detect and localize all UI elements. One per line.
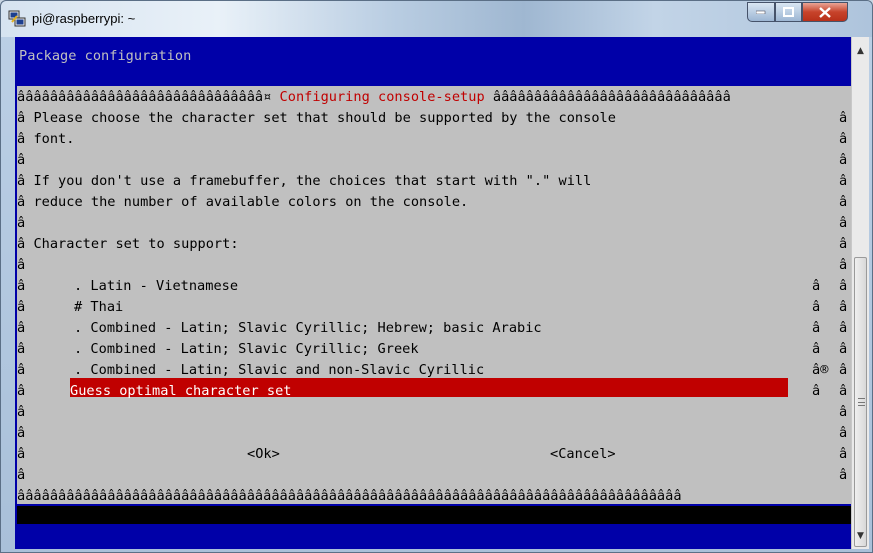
maximize-button[interactable]: [775, 2, 802, 22]
title-bar[interactable]: pi@raspberrypi: ~: [1, 1, 872, 37]
option-row: â: [17, 381, 25, 402]
left-border-char: â: [17, 110, 26, 126]
left-border-char: â: [17, 257, 26, 273]
console-setup-dialog: ââââââââââââââââââââââââââââââ¤ Configur…: [17, 86, 851, 504]
right-border-column: ââââââââââââââââââ: [839, 108, 847, 486]
scrollbar-grip-icon: [858, 398, 865, 406]
description-line: â: [17, 150, 25, 171]
button-row: â: [17, 444, 25, 465]
option-thai[interactable]: # Thai: [74, 297, 123, 318]
list-scroll-marker: â: [812, 320, 821, 336]
left-border-char: â: [17, 194, 26, 210]
description-line: â Please choose the character set that s…: [17, 108, 616, 129]
right-border-char: â: [839, 236, 848, 252]
right-border-char: â: [839, 152, 848, 168]
right-border-char: â: [839, 257, 848, 273]
option-row: â: [17, 360, 25, 381]
option-latin-vietnamese[interactable]: . Latin - Vietnamese: [74, 276, 238, 297]
right-border-char: â: [839, 362, 848, 378]
blank-line: â: [17, 423, 25, 444]
description-line: â: [17, 255, 25, 276]
window-title: pi@raspberrypi: ~: [32, 11, 136, 26]
left-border-char: â: [17, 341, 26, 357]
description-line: â Character set to support:: [17, 234, 239, 255]
left-border-char: â: [17, 173, 26, 189]
list-scroll-marker: â: [812, 278, 821, 294]
cancel-button[interactable]: <Cancel>: [550, 444, 616, 465]
left-border-char: â: [17, 362, 26, 378]
list-scroll-marker: â: [812, 341, 821, 357]
description-line: â font.: [17, 129, 74, 150]
right-border-char: â: [839, 194, 848, 210]
status-line: [29, 506, 851, 524]
terminal-window: pi@raspberrypi: ~ Package configuration …: [0, 0, 873, 553]
left-border-char: â: [17, 236, 26, 252]
ok-button[interactable]: <Ok>: [247, 444, 280, 465]
left-border-char: â: [17, 467, 26, 483]
top-border-right: âââââââââââââââââââââââââââââ: [484, 89, 731, 105]
description-text: Please choose the character set that sho…: [33, 110, 616, 126]
left-border-char: â: [17, 152, 26, 168]
description-line: â: [17, 213, 25, 234]
description-text: reduce the number of available colors on…: [33, 194, 469, 210]
right-border-char: â: [839, 383, 848, 399]
maximize-icon: [783, 7, 794, 17]
left-border-char: â: [17, 425, 26, 441]
right-border-char: â: [839, 404, 848, 420]
description-line: â reduce the number of available colors …: [17, 192, 468, 213]
description-text: font.: [33, 131, 75, 147]
dialog-top-border: ââââââââââââââââââââââââââââââ¤ Configur…: [17, 87, 731, 108]
left-border-char: â: [17, 299, 26, 315]
right-border-char: â: [839, 299, 848, 315]
option-row: â: [17, 297, 25, 318]
left-border-char: â: [17, 404, 26, 420]
putty-app-icon: [8, 10, 26, 27]
list-scroll-marker: â: [812, 299, 821, 315]
scroll-down-arrow-icon[interactable]: ▼: [852, 527, 869, 544]
top-border-left: ââââââââââââââââââââââââââââââ¤: [17, 89, 280, 105]
right-border-char: â: [839, 446, 848, 462]
vertical-scrollbar[interactable]: ▲ ▼: [851, 37, 869, 549]
terminal-screen[interactable]: Package configuration ââââââââââââââââââ…: [15, 37, 851, 549]
left-border-char: â: [17, 215, 26, 231]
scroll-up-arrow-icon[interactable]: ▲: [852, 42, 869, 59]
right-border-char: â: [839, 278, 848, 294]
right-border-char: â: [839, 131, 848, 147]
dialog-title: Configuring console-setup: [279, 89, 485, 105]
blank-line: â: [17, 402, 25, 423]
terminal-cursor: [17, 506, 29, 524]
description-text: If you don't use a framebuffer, the choi…: [33, 173, 592, 189]
right-border-char: â: [839, 110, 848, 126]
right-border-char: â: [839, 320, 848, 336]
option-combined-greek[interactable]: . Combined - Latin; Slavic Cyrillic; Gre…: [74, 339, 419, 360]
left-border-char: â: [17, 320, 26, 336]
description-text: Character set to support:: [33, 236, 239, 252]
right-border-char: â: [839, 425, 848, 441]
description-line: â If you don't use a framebuffer, the ch…: [17, 171, 591, 192]
close-button[interactable]: [802, 2, 848, 22]
left-border-char: â: [17, 278, 26, 294]
minimize-button[interactable]: [747, 2, 775, 22]
option-combined-hebrew-arabic[interactable]: . Combined - Latin; Slavic Cyrillic; Heb…: [74, 318, 542, 339]
package-configuration-header: Package configuration: [19, 48, 192, 64]
option-row: â: [17, 318, 25, 339]
right-border-char: â: [839, 467, 848, 483]
minimize-icon: [756, 10, 766, 14]
list-scroll-thumb-marker: â®: [812, 362, 829, 378]
blank-line: â: [17, 465, 25, 486]
option-row: â: [17, 339, 25, 360]
right-border-char: â: [839, 173, 848, 189]
list-scroll-marker: â: [812, 383, 821, 399]
left-border-char: â: [17, 446, 26, 462]
option-guess-optimal[interactable]: Guess optimal character set: [70, 381, 292, 402]
right-border-char: â: [839, 341, 848, 357]
right-border-char: â: [839, 215, 848, 231]
close-icon: [819, 6, 831, 18]
left-border-char: â: [17, 383, 26, 399]
scrollbar-thumb[interactable]: [854, 257, 867, 547]
option-row: â: [17, 276, 25, 297]
left-border-char: â: [17, 131, 26, 147]
